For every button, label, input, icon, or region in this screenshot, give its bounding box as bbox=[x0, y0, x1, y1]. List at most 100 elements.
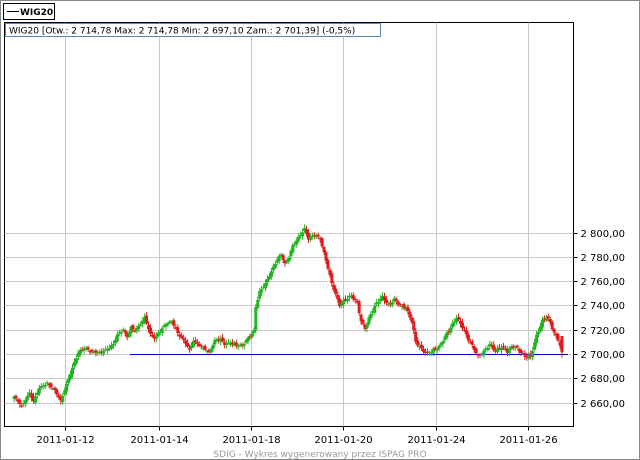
candle-body bbox=[67, 378, 71, 384]
candle-body bbox=[402, 303, 406, 309]
candle-body bbox=[160, 328, 164, 334]
candle-body bbox=[414, 331, 418, 342]
candle-body bbox=[123, 330, 127, 333]
candle-body bbox=[86, 347, 90, 350]
candle-body bbox=[131, 325, 135, 329]
legend-label: WIG20 bbox=[20, 8, 53, 18]
candle-body bbox=[326, 260, 330, 269]
candle-body bbox=[88, 351, 92, 353]
candle-body bbox=[277, 255, 281, 261]
footer-credit: SDIG - Wykres wygenerowany przez ISPAG P… bbox=[213, 450, 426, 460]
candle-body bbox=[548, 318, 552, 323]
candle-body bbox=[330, 273, 334, 284]
candle-body bbox=[45, 382, 49, 384]
legend-box: WIG20 bbox=[3, 3, 55, 20]
candle-body bbox=[353, 298, 357, 301]
candle-body bbox=[408, 311, 412, 318]
candle-body bbox=[78, 350, 82, 354]
candle-body bbox=[71, 367, 74, 375]
candle-body bbox=[256, 299, 260, 308]
candle-body bbox=[90, 349, 94, 352]
candle-body bbox=[537, 332, 541, 335]
candle-body bbox=[482, 350, 486, 355]
candle-body bbox=[361, 319, 365, 324]
x-tick-label: 2011-01-18 bbox=[222, 435, 280, 446]
ohlc-info-text: WIG20 [Otw.: 2 714,78 Max: 2 714,78 Min:… bbox=[9, 27, 355, 37]
candle-body bbox=[166, 323, 170, 325]
candle-body bbox=[519, 350, 523, 354]
candlestick-chart: 2 660,00 2 680,00 2 700,00 2 720,00 2 740,00… bbox=[0, 0, 640, 460]
candle-body bbox=[246, 337, 250, 342]
candle-body bbox=[449, 327, 453, 333]
candle-body bbox=[260, 289, 264, 293]
candle-body bbox=[74, 358, 78, 364]
info-box: WIG20 [Otw.: 2 714,78 Max: 2 714,78 Min:… bbox=[5, 23, 381, 37]
candle-body bbox=[546, 316, 550, 319]
candle-body bbox=[281, 254, 285, 261]
candle-body bbox=[334, 288, 338, 295]
candle-body bbox=[486, 348, 490, 350]
candle-body bbox=[273, 263, 277, 268]
candle-body bbox=[461, 322, 464, 329]
candle-body bbox=[180, 335, 184, 338]
candle-body bbox=[266, 279, 269, 283]
candle-body bbox=[297, 236, 301, 241]
candle-body bbox=[269, 271, 273, 277]
chart-window: 2 660,00 2 680,00 2 700,00 2 720,00 2 740,00… bbox=[0, 0, 640, 460]
y-tick-label: 2 700,00 bbox=[581, 350, 626, 361]
candle-body bbox=[369, 313, 373, 319]
y-tick-label: 2 720,00 bbox=[581, 326, 626, 337]
candle-body bbox=[322, 247, 326, 253]
candle-body bbox=[176, 327, 180, 334]
candle-body bbox=[451, 322, 455, 328]
candle-body bbox=[560, 335, 564, 353]
candle-body bbox=[264, 282, 268, 289]
candle-body bbox=[65, 383, 69, 392]
candle-body bbox=[531, 350, 535, 358]
candle-body bbox=[507, 348, 511, 354]
candle-body bbox=[199, 345, 203, 347]
candle-body bbox=[110, 345, 113, 349]
candle-body bbox=[390, 302, 394, 306]
candle-body bbox=[106, 349, 110, 351]
candle-body bbox=[441, 341, 445, 344]
candle-body bbox=[336, 294, 340, 300]
candle-body bbox=[412, 321, 416, 331]
candle-body bbox=[14, 395, 18, 399]
candle-body bbox=[186, 342, 190, 347]
candle-body bbox=[420, 344, 424, 349]
candle-body bbox=[191, 341, 195, 348]
candle-body bbox=[254, 307, 258, 330]
candle-body bbox=[115, 334, 119, 342]
y-tick-label: 2 800,00 bbox=[581, 229, 626, 240]
candle-body bbox=[384, 299, 388, 303]
candle-body bbox=[351, 295, 355, 300]
candle-body bbox=[496, 348, 500, 353]
candle-body bbox=[295, 240, 299, 245]
x-tick-label: 2011-01-20 bbox=[314, 435, 372, 446]
candle-body bbox=[193, 340, 197, 342]
candle-body bbox=[182, 338, 186, 341]
candle-body bbox=[394, 298, 398, 302]
candle-body bbox=[398, 303, 402, 305]
candle-body bbox=[188, 348, 191, 350]
candle-body bbox=[156, 332, 160, 336]
candle-body bbox=[379, 298, 383, 302]
candle-body bbox=[164, 324, 168, 327]
candle-body bbox=[43, 384, 47, 387]
x-tick-label: 2011-01-14 bbox=[130, 435, 188, 446]
candle-body bbox=[357, 301, 361, 314]
candle-body bbox=[242, 343, 246, 347]
candle-body bbox=[234, 342, 238, 346]
candle-body bbox=[316, 234, 320, 237]
candle-body bbox=[466, 334, 470, 341]
candle-body bbox=[61, 395, 65, 403]
candle-body bbox=[464, 329, 468, 335]
candle-body bbox=[203, 345, 207, 350]
x-tick-label: 2011-01-12 bbox=[36, 435, 94, 446]
candle-body bbox=[149, 327, 152, 334]
candle-body bbox=[102, 351, 106, 354]
candle-body bbox=[365, 324, 369, 329]
candle-body bbox=[550, 321, 554, 330]
candle-body bbox=[324, 252, 328, 261]
